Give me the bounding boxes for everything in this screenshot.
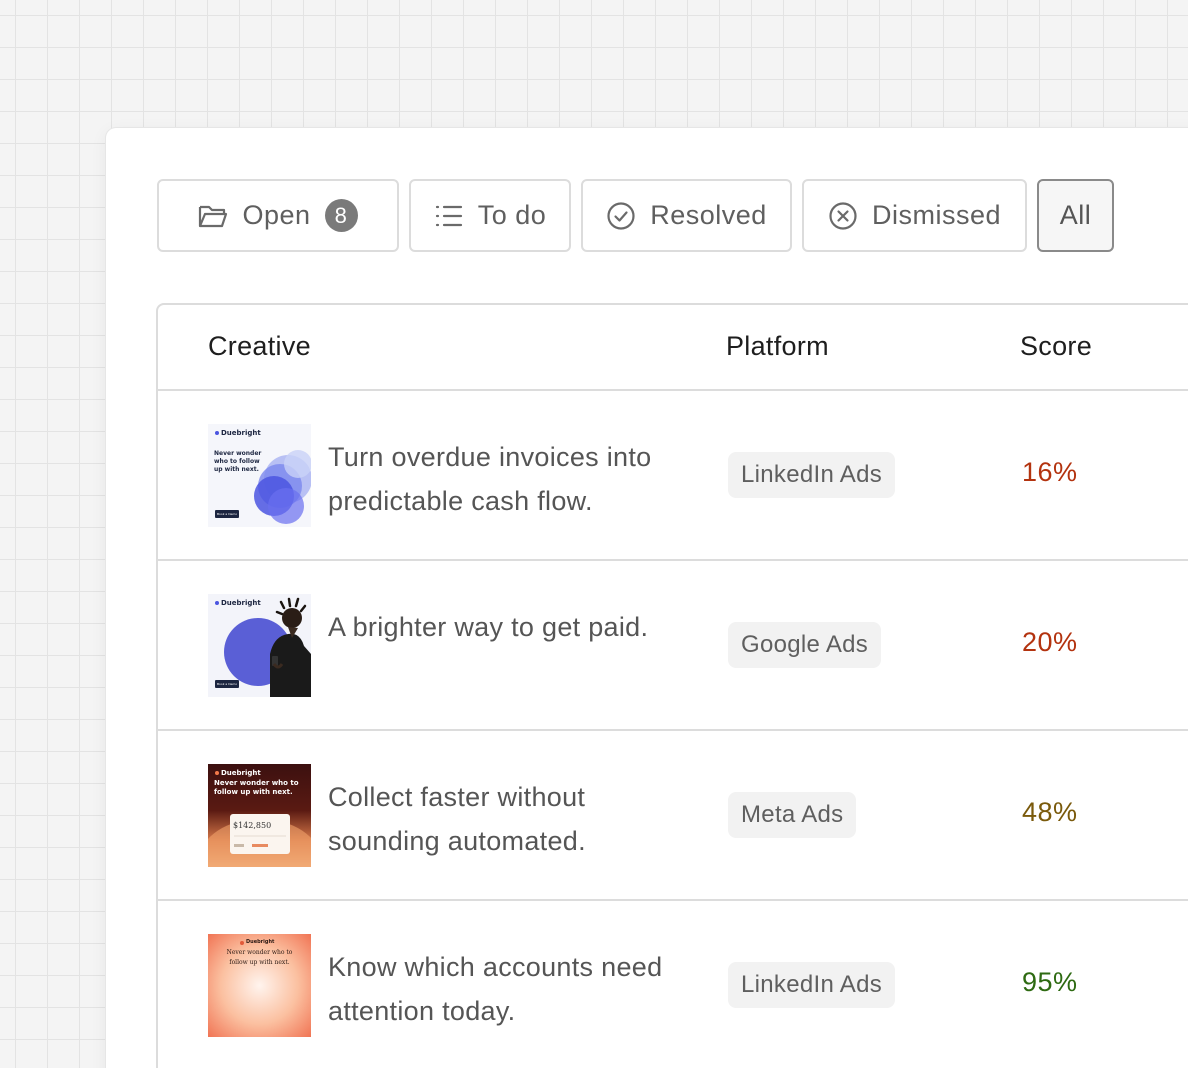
filter-open-button[interactable]: Open 8 bbox=[157, 179, 399, 252]
thumb-cta: Book a Demo bbox=[217, 512, 238, 516]
table-row[interactable]: Duebright Never wonder who to follow up … bbox=[158, 731, 1188, 901]
creative-thumbnail: Duebright Book a Demo bbox=[208, 594, 311, 697]
creative-headline: A brighter way to get paid. bbox=[328, 612, 649, 642]
filter-all-button[interactable]: All bbox=[1037, 179, 1114, 252]
platform-chip: LinkedIn Ads bbox=[728, 452, 896, 498]
thumb-headline: Never wonder who to follow up with next. bbox=[226, 949, 293, 966]
table-row[interactable]: Duebright Book a Demo A brighter way to … bbox=[158, 561, 1188, 731]
platform-chip: Meta Ads bbox=[728, 792, 857, 838]
creative-thumbnail: Duebright Never wonder who to follow up … bbox=[208, 764, 311, 867]
filter-all-label: All bbox=[1059, 200, 1092, 230]
creatives-table: Creative Platform Score Duebright Never … bbox=[156, 303, 1188, 1068]
table-header: Creative Platform Score bbox=[158, 305, 1188, 391]
table-row[interactable]: Duebright Never wonder who to follow up … bbox=[158, 901, 1188, 1068]
platform-chip: Google Ads bbox=[728, 622, 882, 668]
x-circle-icon bbox=[828, 201, 858, 231]
check-circle-icon bbox=[606, 201, 636, 231]
open-count-badge: 8 bbox=[324, 199, 358, 232]
column-header-platform[interactable]: Platform bbox=[726, 331, 829, 362]
creative-headline: Know which accounts need attention today… bbox=[328, 952, 663, 1026]
thumb-amount: $142,850 bbox=[233, 821, 272, 830]
filter-open-label: Open bbox=[242, 200, 311, 230]
main-panel: Open 8 To do Resolved Dismissed All Crea… bbox=[106, 128, 1188, 1068]
filter-resolved-label: Resolved bbox=[650, 200, 767, 230]
filter-todo-button[interactable]: To do bbox=[409, 179, 571, 252]
creative-thumbnail: Duebright Never wonder who to follow up … bbox=[208, 424, 311, 527]
filter-dismissed-button[interactable]: Dismissed bbox=[802, 179, 1027, 252]
thumb-cta: Book a Demo bbox=[217, 682, 238, 686]
score-value: 20% bbox=[1022, 627, 1078, 657]
creative-headline: Turn overdue invoices into predictable c… bbox=[328, 442, 652, 516]
filter-resolved-button[interactable]: Resolved bbox=[581, 179, 792, 252]
platform-chip: LinkedIn Ads bbox=[728, 962, 896, 1008]
folder-icon bbox=[198, 201, 228, 231]
list-icon bbox=[434, 201, 464, 231]
column-header-score[interactable]: Score bbox=[1020, 331, 1092, 362]
table-row[interactable]: Duebright Never wonder who to follow up … bbox=[158, 391, 1188, 561]
thumb-brand: Duebright bbox=[221, 769, 261, 777]
creative-headline: Collect faster without sounding automate… bbox=[328, 782, 586, 856]
thumb-headline: Never wonder who to follow up with next. bbox=[214, 450, 262, 473]
filter-todo-label: To do bbox=[477, 200, 547, 230]
thumb-brand: Duebright bbox=[246, 939, 275, 945]
filter-bar: Open 8 To do Resolved Dismissed All bbox=[157, 179, 1114, 252]
creative-thumbnail: Duebright Never wonder who to follow up … bbox=[208, 934, 311, 1037]
score-value: 95% bbox=[1022, 967, 1078, 997]
score-value: 16% bbox=[1022, 457, 1078, 487]
thumb-headline: Never wonder who to follow up with next. bbox=[214, 779, 299, 796]
filter-dismissed-label: Dismissed bbox=[871, 200, 1002, 230]
score-value: 48% bbox=[1022, 797, 1078, 827]
thumb-brand: Duebright bbox=[221, 429, 261, 437]
thumb-brand: Duebright bbox=[221, 599, 261, 607]
column-header-creative[interactable]: Creative bbox=[208, 331, 311, 362]
